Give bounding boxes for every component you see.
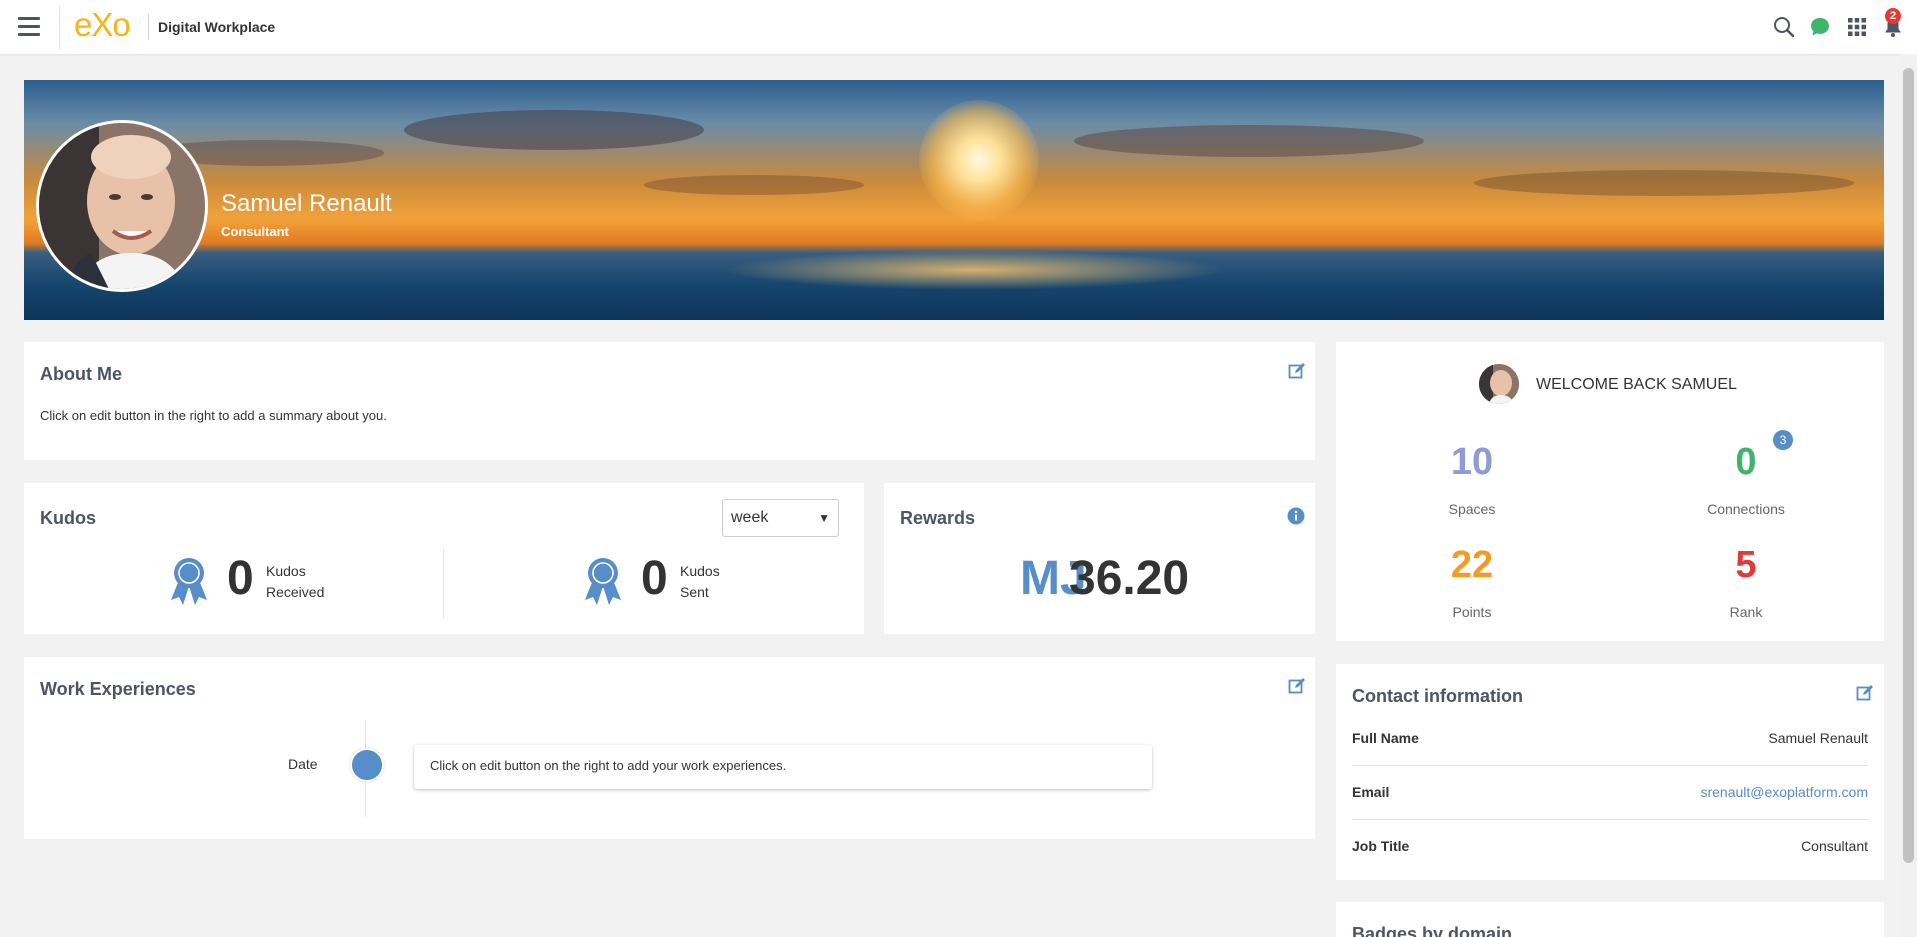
notification-badge[interactable]: 2 [1885, 8, 1901, 24]
welcome-greeting: WELCOME BACK SAMUEL [1536, 376, 1737, 393]
banner-cloud [1474, 170, 1854, 196]
stat-points-label: Points [1452, 604, 1492, 620]
rewards-card: Rewards MJ 36.20 [884, 483, 1315, 634]
scrollbar-thumb[interactable] [1903, 68, 1914, 863]
kudos-received-label-1: Kudos [266, 563, 306, 579]
company-logo[interactable]: eXo [74, 6, 131, 44]
edit-icon[interactable] [1288, 362, 1306, 380]
welcome-card: WELCOME BACK SAMUEL 10 Spaces 0 Connecti… [1336, 342, 1884, 641]
kudos-divider [443, 548, 444, 618]
banner-sun [919, 100, 1039, 220]
divider [148, 14, 149, 40]
work-empty-text: Click on edit button on the right to add… [430, 758, 787, 773]
kudos-sent-count: 0 [641, 552, 668, 605]
edit-icon[interactable] [1288, 677, 1306, 695]
contact-divider [1352, 819, 1868, 820]
contact-divider [1352, 765, 1868, 766]
kudos-received-count: 0 [227, 552, 254, 605]
kudos-period-value: week [731, 509, 769, 526]
kudos-title: Kudos [40, 508, 96, 528]
kudos-received-icon [171, 558, 207, 605]
timeline-dot [350, 748, 384, 782]
banner-cloud [1074, 125, 1424, 157]
work-experiences-title: Work Experiences [40, 679, 196, 699]
about-me-title: About Me [40, 364, 122, 384]
kudos-sent-label-1: Kudos [680, 563, 720, 579]
info-icon[interactable] [1287, 507, 1305, 525]
stat-rank-value[interactable]: 5 [1686, 544, 1806, 587]
job-title-value: Consultant [1801, 838, 1868, 854]
stat-spaces-label: Spaces [1448, 501, 1496, 517]
avatar-photo [1479, 364, 1519, 404]
banner-cloud [644, 175, 864, 195]
rewards-title: Rewards [900, 508, 976, 528]
full-name-label: Full Name [1352, 730, 1419, 746]
search-icon[interactable] [1772, 15, 1796, 39]
stat-connections-label: Connections [1707, 501, 1785, 517]
profile-avatar[interactable] [36, 120, 208, 292]
job-title-label: Job Title [1352, 838, 1410, 854]
top-bar: eXo Digital Workplace 2 [0, 0, 1917, 54]
badges-card: Badges by domain [1336, 902, 1884, 937]
stat-points-value[interactable]: 22 [1412, 544, 1532, 587]
apps-grid-icon[interactable] [1845, 15, 1869, 39]
chat-icon[interactable] [1808, 15, 1832, 39]
menu-icon[interactable] [18, 17, 40, 37]
avatar-photo [39, 123, 205, 289]
profile-name: Samuel Renault [221, 190, 392, 217]
kudos-period-select[interactable]: week ▼ [722, 499, 839, 537]
kudos-sent-label-2: Sent [680, 584, 709, 600]
edit-icon[interactable] [1856, 684, 1874, 702]
contact-card: Contact information Full Name Samuel Ren… [1336, 664, 1884, 880]
email-link[interactable]: srenault@exoplatform.com [1700, 784, 1868, 800]
chevron-down-icon: ▼ [818, 511, 830, 525]
about-me-card: About Me Click on edit button in the rig… [24, 342, 1315, 460]
rewards-amount: 36.20 [1069, 552, 1190, 605]
timeline-date-label: Date [288, 756, 318, 772]
app-title[interactable]: Digital Workplace [158, 19, 275, 35]
full-name-value: Samuel Renault [1768, 730, 1868, 746]
contact-title: Contact information [1352, 686, 1523, 706]
email-label: Email [1352, 784, 1390, 800]
connections-request-badge[interactable]: 3 [1773, 430, 1793, 450]
kudos-sent-icon [585, 558, 621, 605]
divider [59, 6, 60, 50]
kudos-received-label-2: Received [266, 584, 325, 600]
badges-title: Badges by domain [1352, 924, 1513, 937]
stat-rank-label: Rank [1729, 604, 1763, 620]
timeline-entry: Click on edit button on the right to add… [414, 745, 1152, 789]
banner-glow [724, 250, 1224, 290]
stat-spaces-value[interactable]: 10 [1412, 441, 1532, 484]
profile-position: Consultant [221, 224, 289, 239]
banner-cloud [404, 110, 704, 150]
welcome-avatar[interactable] [1479, 364, 1519, 404]
about-me-summary: Click on edit button in the right to add… [40, 408, 387, 423]
work-experiences-card: Work Experiences Date Click on edit butt… [24, 657, 1315, 839]
